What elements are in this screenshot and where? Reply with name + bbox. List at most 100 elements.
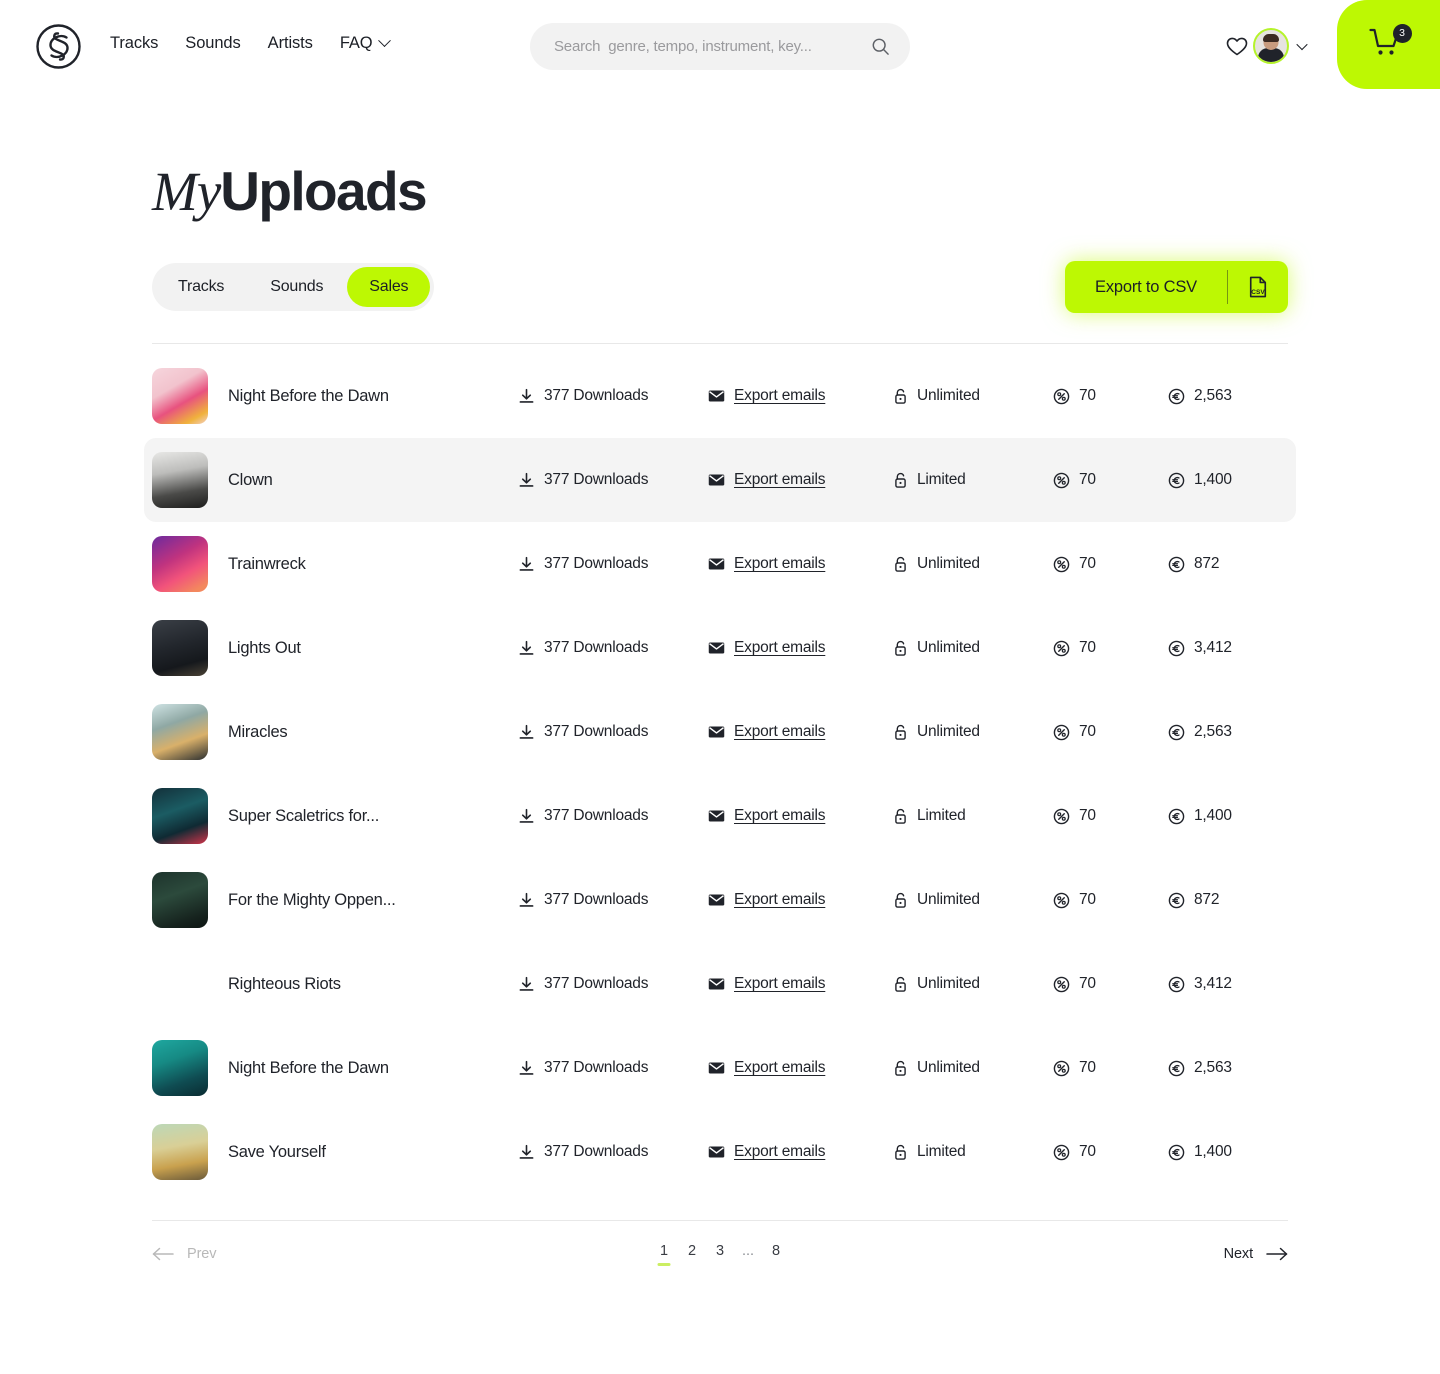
search-bar[interactable] <box>530 23 910 70</box>
export-emails-link[interactable]: Export emails <box>734 555 825 573</box>
avatar[interactable] <box>1253 28 1289 64</box>
table-row[interactable]: Lights Out 377 Downloads Export emails Unli… <box>144 606 1296 690</box>
export-emails-link[interactable]: Export emails <box>734 1143 825 1161</box>
export-emails-cell[interactable]: Export emails <box>708 471 893 489</box>
search-input[interactable] <box>554 38 871 55</box>
track-title: For the Mighty Oppen... <box>228 890 396 909</box>
euro-circle-icon <box>1168 1060 1185 1076</box>
license-value: Unlimited <box>917 555 980 572</box>
downloads-cell: 377 Downloads <box>518 1143 708 1161</box>
cart-button[interactable]: 3 <box>1337 0 1440 89</box>
pagination-page-3[interactable]: 3 <box>714 1243 727 1266</box>
pagination-next-button[interactable]: Next <box>1224 1246 1288 1262</box>
chevron-down-icon <box>377 34 391 48</box>
downloads-value: 377 Downloads <box>544 471 649 488</box>
download-icon <box>519 892 534 907</box>
revenue-value: 3,412 <box>1194 639 1232 656</box>
export-to-csv-button[interactable]: Export to CSV CSV <box>1065 261 1288 313</box>
percent-circle-icon <box>1053 1144 1070 1160</box>
track-artwork[interactable] <box>152 368 208 424</box>
export-emails-cell[interactable]: Export emails <box>708 387 893 405</box>
percent-circle-icon <box>1053 976 1070 992</box>
favorites-button[interactable] <box>1225 34 1249 58</box>
license-value: Unlimited <box>917 975 980 992</box>
export-emails-cell[interactable]: Export emails <box>708 639 893 657</box>
track-artwork[interactable] <box>152 536 208 592</box>
tab-label: Tracks <box>178 278 225 295</box>
table-row[interactable]: Super Scaletrics for... 377 Downloads Expo… <box>144 774 1296 858</box>
export-emails-cell[interactable]: Export emails <box>708 807 893 825</box>
table-row[interactable]: Save Yourself 377 Downloads Export emails L… <box>144 1110 1296 1194</box>
table-row[interactable]: Clown 377 Downloads Export emails Limited 70… <box>144 438 1296 522</box>
export-emails-cell[interactable]: Export emails <box>708 1059 893 1077</box>
envelope-icon <box>708 474 725 486</box>
export-emails-link[interactable]: Export emails <box>734 723 825 741</box>
export-emails-link[interactable]: Export emails <box>734 471 825 489</box>
envelope-icon <box>708 558 725 570</box>
percent-circle-icon <box>1053 640 1070 656</box>
export-emails-link[interactable]: Export emails <box>734 639 825 657</box>
track-artwork[interactable] <box>152 452 208 508</box>
nav-item-artists[interactable]: Artists <box>268 34 313 53</box>
downloads-value: 377 Downloads <box>544 555 649 572</box>
nav-item-faq[interactable]: FAQ <box>340 34 391 53</box>
table-row[interactable]: For the Mighty Oppen... 377 Downloads Expo… <box>144 858 1296 942</box>
pagination: Prev 1 2 3... 8 Next <box>152 1221 1288 1287</box>
toolbar-divider <box>152 343 1288 344</box>
search-icon[interactable] <box>871 37 890 56</box>
track-artwork[interactable] <box>152 956 208 1012</box>
royalty-cell: 70 <box>1053 639 1168 657</box>
track-artwork[interactable] <box>152 872 208 928</box>
pagination-prev-button[interactable]: Prev <box>152 1246 217 1262</box>
chevron-down-icon[interactable] <box>1296 38 1308 51</box>
royalty-value: 70 <box>1079 555 1096 572</box>
account-menu[interactable] <box>1253 28 1308 64</box>
export-emails-link[interactable]: Export emails <box>734 807 825 825</box>
export-emails-link[interactable]: Export emails <box>734 1059 825 1077</box>
license-cell: Unlimited <box>893 555 1053 573</box>
track-artwork[interactable] <box>152 788 208 844</box>
track-artwork[interactable] <box>152 1124 208 1180</box>
euro-circle-icon <box>1168 724 1185 740</box>
envelope-icon <box>708 390 725 402</box>
table-row[interactable]: Righteous Riots 377 Downloads Export email… <box>144 942 1296 1026</box>
euro-circle-icon <box>1168 640 1185 656</box>
export-emails-link[interactable]: Export emails <box>734 387 825 405</box>
nav-label: Tracks <box>110 34 159 52</box>
royalty-value: 70 <box>1079 975 1096 992</box>
export-emails-cell[interactable]: Export emails <box>708 555 893 573</box>
downloads-cell: 377 Downloads <box>518 555 708 573</box>
tab-sales[interactable]: Sales <box>347 267 431 307</box>
nav-item-sounds[interactable]: Sounds <box>185 34 240 53</box>
open-lock-icon <box>895 388 906 404</box>
export-emails-link[interactable]: Export emails <box>734 975 825 993</box>
table-row[interactable]: Night Before the Dawn 377 Downloads Export… <box>144 1026 1296 1110</box>
tab-tracks[interactable]: Tracks <box>156 267 246 307</box>
download-icon <box>519 1060 534 1075</box>
table-row[interactable]: Miracles 377 Downloads Export emails Unlimi… <box>144 690 1296 774</box>
track-artwork[interactable] <box>152 704 208 760</box>
track-artwork[interactable] <box>152 620 208 676</box>
track-artwork[interactable] <box>152 1040 208 1096</box>
tab-sounds[interactable]: Sounds <box>248 267 345 307</box>
pagination-page-8[interactable]: 8 <box>770 1243 783 1266</box>
export-emails-link[interactable]: Export emails <box>734 891 825 909</box>
pagination-page-2[interactable]: 2 <box>686 1243 699 1266</box>
export-emails-cell[interactable]: Export emails <box>708 975 893 993</box>
open-lock-icon <box>895 556 906 572</box>
downloads-value: 377 Downloads <box>544 891 649 908</box>
brand-logo-icon[interactable] <box>36 24 81 69</box>
nav-item-tracks[interactable]: Tracks <box>110 34 158 53</box>
revenue-value: 1,400 <box>1194 807 1232 824</box>
table-row[interactable]: Night Before the Dawn 377 Downloads Export… <box>144 354 1296 438</box>
export-emails-cell[interactable]: Export emails <box>708 1143 893 1161</box>
license-value: Limited <box>917 807 966 824</box>
royalty-value: 70 <box>1079 387 1096 404</box>
envelope-icon <box>708 1146 725 1158</box>
export-icon-slot[interactable]: CSV <box>1228 276 1288 298</box>
license-cell: Limited <box>893 807 1053 825</box>
export-emails-cell[interactable]: Export emails <box>708 891 893 909</box>
pagination-page-1[interactable]: 1 <box>657 1243 671 1266</box>
table-row[interactable]: Trainwreck 377 Downloads Export emails Unli… <box>144 522 1296 606</box>
export-emails-cell[interactable]: Export emails <box>708 723 893 741</box>
